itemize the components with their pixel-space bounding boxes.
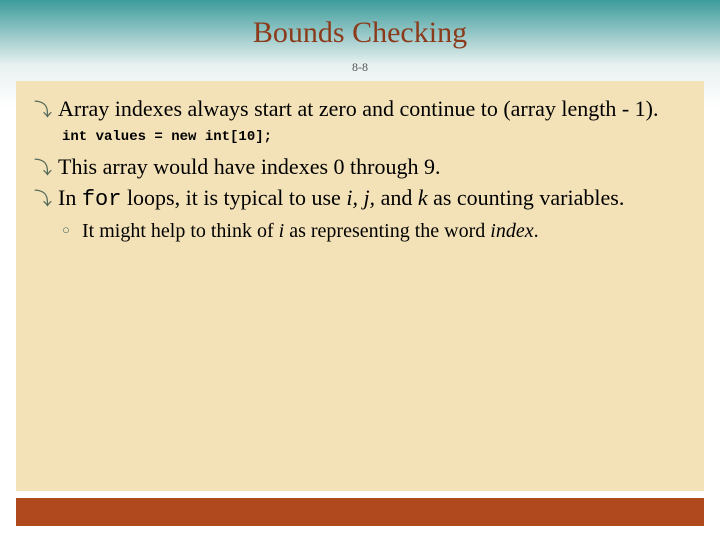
bullet-text: This array would have indexes 0 through … (58, 154, 440, 179)
bullet-item: ⤵ In for loops, it is typical to use i, … (34, 184, 686, 214)
bullet-text: Array indexes always start at zero and c… (58, 96, 659, 121)
inline-code: for (82, 187, 122, 212)
bullet-text: as counting variables. (428, 185, 625, 210)
italic-text: k (418, 185, 428, 210)
bullet-marker-icon: ⤵ (34, 157, 52, 180)
italic-text: i, j, (346, 185, 375, 210)
sub-bullet-text: It might help to think of (82, 220, 279, 242)
slide-number: 8-8 (0, 60, 720, 75)
bullet-text: and (375, 185, 418, 210)
sub-bullet-text: . (534, 220, 539, 242)
bullet-text: In (58, 185, 82, 210)
slide-title: Bounds Checking (0, 0, 720, 50)
bullet-item: ⤵ This array would have indexes 0 throug… (34, 153, 686, 181)
sub-bullet-item: ○ It might help to think of i as represe… (34, 218, 686, 244)
bullet-marker-icon: ⤵ (34, 188, 52, 211)
code-line: int values = new int[10]; (34, 129, 686, 145)
bullet-marker-icon: ⤵ (34, 99, 52, 122)
bullet-text: loops, it is typical to use (121, 185, 346, 210)
footer-bar (16, 498, 704, 526)
sub-bullet-text: as representing the word (284, 220, 490, 242)
bullet-item: ⤵ Array indexes always start at zero and… (34, 95, 686, 123)
italic-text: index (490, 220, 533, 242)
sub-bullet-marker-icon: ○ (62, 222, 70, 239)
slide: Bounds Checking 8-8 ⤵ Array indexes alwa… (0, 0, 720, 540)
content-area: ⤵ Array indexes always start at zero and… (16, 81, 704, 491)
